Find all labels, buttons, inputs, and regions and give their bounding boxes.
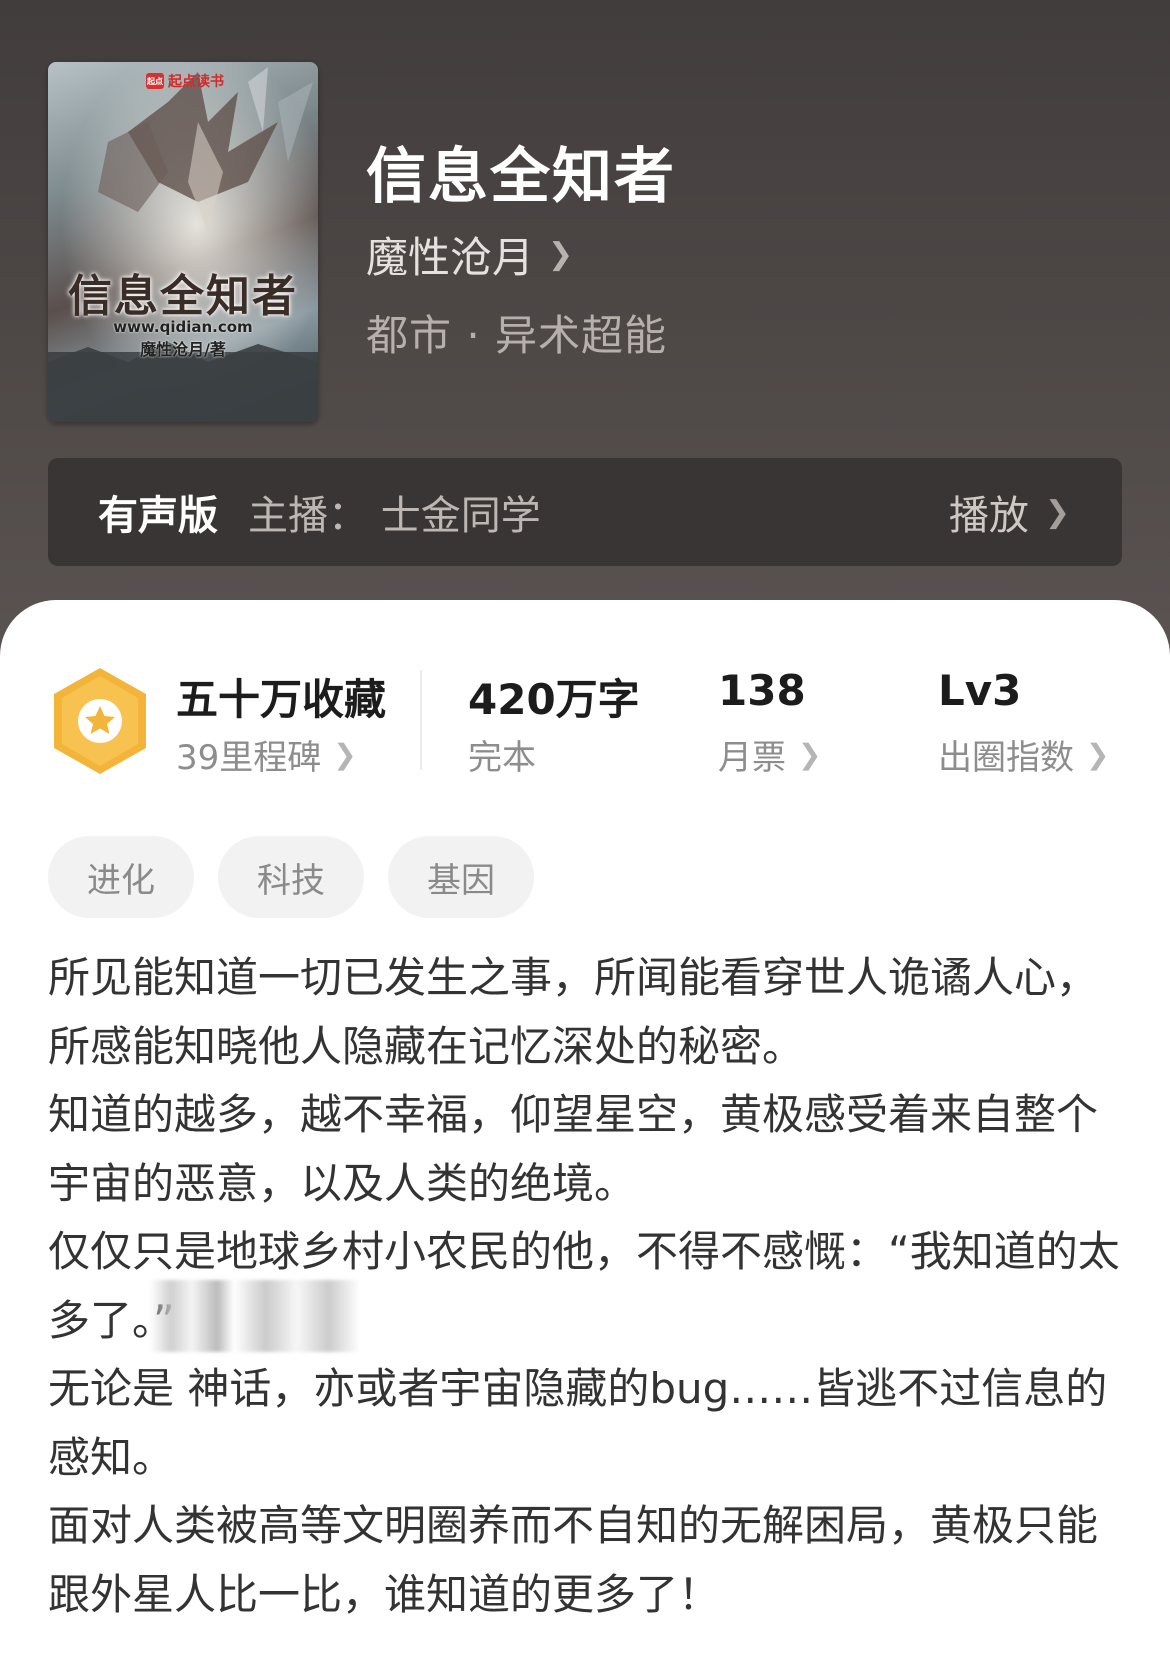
book-genre: 都市 · 异术超能 <box>366 311 668 360</box>
book-status-label: 完本 <box>468 738 536 778</box>
book-header: 起点 起点读书 信息全知者 www.qidian.com 魔性沧月/著 信息全知… <box>0 0 1170 660</box>
synopsis-paragraph: 无论是 神话，亦或者宇宙隐藏的bug……皆逃不过信息的感知。 <box>48 1364 1108 1482</box>
tag-chip[interactable]: 科技 <box>218 836 364 918</box>
tag-chip[interactable]: 基因 <box>388 836 534 918</box>
chevron-right-icon: ❯ <box>1086 738 1110 771</box>
book-title: 信息全知者 <box>366 142 676 212</box>
stats-row: 五十万收藏 39里程碑 ❯ 420万字 完本 138 月票 ❯ Lv3 出圈指数… <box>0 600 1170 800</box>
milestones-link[interactable]: 39里程碑 ❯ <box>176 730 357 779</box>
audio-edition-label: 有声版 <box>98 493 218 539</box>
chevron-right-icon: ❯ <box>1044 494 1070 530</box>
tag-chip[interactable]: 进化 <box>48 836 194 918</box>
book-info-card: 五十万收藏 39里程碑 ❯ 420万字 完本 138 月票 ❯ Lv3 出圈指数… <box>0 600 1170 1656</box>
author-link[interactable]: 魔性沧月 ❯ <box>366 224 573 285</box>
audio-play-label: 播放 <box>948 493 1029 539</box>
synopsis-paragraph: 面对人类被高等文明圈养而不自知的无解困局，黄极只能跟外星人比一比，谁知道的更多了… <box>48 1501 1099 1619</box>
audio-play-button[interactable]: 播放 ❯ <box>949 483 1070 541</box>
book-cover[interactable]: 起点 起点读书 信息全知者 www.qidian.com 魔性沧月/著 <box>48 62 318 422</box>
cover-author: 魔性沧月/著 <box>140 340 226 359</box>
audio-host: 主播： 士金同学 <box>248 493 541 539</box>
chevron-right-icon: ❯ <box>798 738 822 771</box>
tag-list: 进化 科技 基因 <box>48 836 534 918</box>
monthly-votes-link[interactable]: 月票 ❯ <box>718 730 821 779</box>
qidian-logo-icon: 起点 <box>146 73 164 89</box>
popularity-index-label: 出圈指数 <box>938 738 1074 778</box>
milestones-label: 39里程碑 <box>176 738 322 778</box>
cover-brand: 起点 起点读书 <box>140 70 230 92</box>
chevron-right-icon: ❯ <box>548 237 574 272</box>
star-hexagon-icon <box>54 668 146 774</box>
word-count: 420万字 <box>468 675 640 724</box>
synopsis-paragraph: 知道的越多，越不幸福，仰望星空，黄极感受着来自整个宇宙的恶意，以及人类的绝境。 <box>48 1090 1099 1208</box>
collections-count: 五十万收藏 <box>176 675 387 724</box>
book-status: 完本 <box>468 730 536 779</box>
level-value: Lv3 <box>938 666 1022 715</box>
monthly-votes-count: 138 <box>718 666 806 715</box>
audio-edition-bar[interactable]: 有声版 主播： 士金同学 播放 ❯ <box>48 458 1122 566</box>
stats-divider <box>420 670 422 770</box>
book-detail-page: 起点 起点读书 信息全知者 www.qidian.com 魔性沧月/著 信息全知… <box>0 0 1170 1656</box>
cover-brand-text: 起点读书 <box>168 74 224 90</box>
chevron-right-icon: ❯ <box>333 738 357 771</box>
cover-artwork <box>48 62 318 422</box>
cover-url: www.qidian.com <box>113 318 253 336</box>
synopsis-paragraph: 所见能知道一切已发生之事，所闻能看穿世人诡谲人心，所感能知晓他人隐藏在记忆深处的… <box>48 953 1099 1071</box>
redaction-blur <box>150 1280 360 1352</box>
author-name: 魔性沧月 <box>366 233 535 282</box>
cover-title: 信息全知者 <box>68 271 298 322</box>
monthly-votes-label: 月票 <box>718 738 786 778</box>
popularity-index-link[interactable]: 出圈指数 ❯ <box>938 730 1109 779</box>
